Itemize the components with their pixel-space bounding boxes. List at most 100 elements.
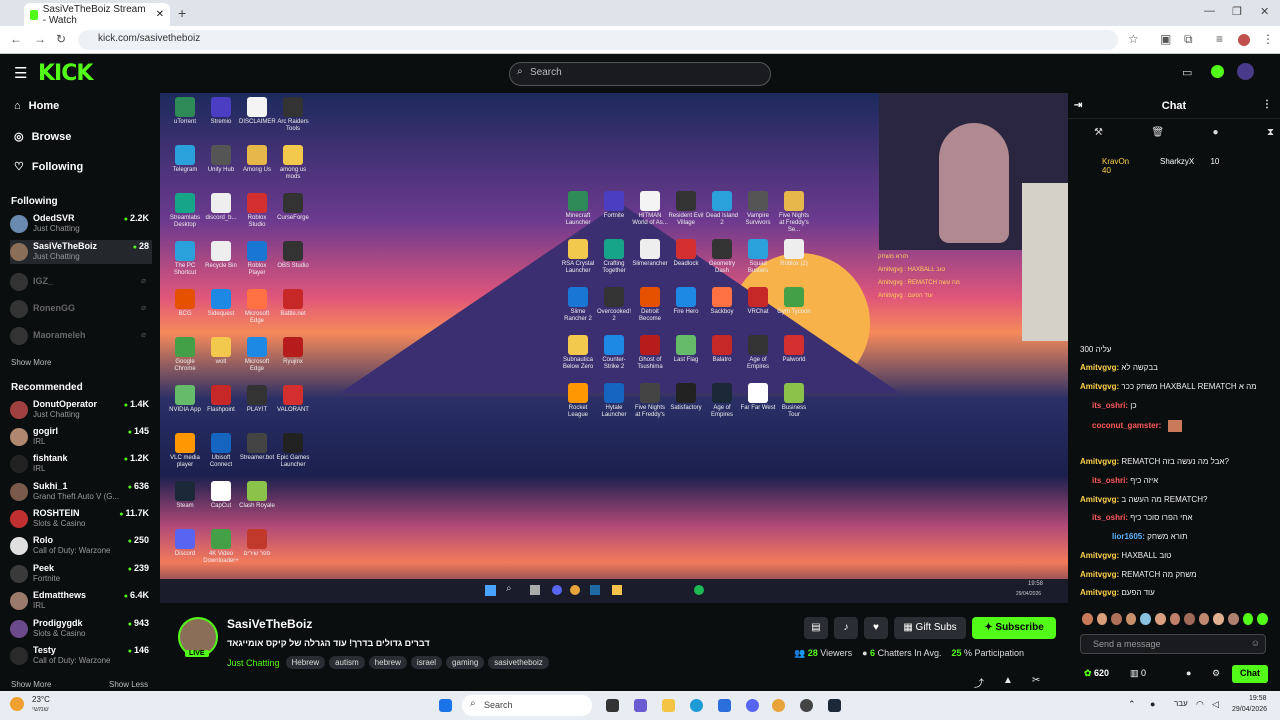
bookmark-star-icon[interactable]: ☆: [1128, 32, 1139, 46]
user-avatar[interactable]: [1237, 63, 1254, 80]
chat-user[interactable]: Amitvgvg:: [1080, 495, 1119, 504]
emote-icon[interactable]: [1242, 613, 1254, 625]
emote-icon[interactable]: [1257, 613, 1268, 625]
task-view-icon[interactable]: [606, 699, 619, 712]
chat-message-input[interactable]: Send a message ☺: [1080, 634, 1266, 654]
file-explorer-icon[interactable]: [662, 699, 675, 712]
chat-user[interactable]: Amitvgvg:: [1080, 363, 1119, 372]
steam-icon[interactable]: [828, 699, 841, 712]
profile-avatar[interactable]: [1238, 34, 1250, 46]
show-more-recommended[interactable]: Show More: [11, 680, 51, 689]
recommended-channel[interactable]: Sukhi_1 Grand Theft Auto V (G... 636: [10, 480, 152, 504]
emoji-icon[interactable]: ☺: [1251, 638, 1260, 648]
tag[interactable]: israel: [410, 656, 443, 669]
cast-icon[interactable]: ▭: [1182, 66, 1192, 79]
wifi-icon[interactable]: ◠: [1196, 699, 1204, 710]
forward-icon[interactable]: →: [34, 32, 46, 46]
teams-icon[interactable]: [634, 699, 647, 712]
back-icon[interactable]: ←: [10, 32, 22, 46]
following-channel-offline[interactable]: RonenGG ⌀: [10, 297, 152, 321]
chat-menu-icon[interactable]: ⋮: [1262, 99, 1272, 110]
clip-icon[interactable]: ✂: [1032, 675, 1040, 686]
language-indicator[interactable]: עבר: [1174, 699, 1188, 708]
obs-icon[interactable]: [800, 699, 813, 712]
following-channel-offline[interactable]: IGZ_ ⌀: [10, 270, 152, 294]
collapse-chat-icon[interactable]: ⇥: [1074, 100, 1082, 111]
chat-user[interactable]: Amitvgvg:: [1080, 382, 1119, 391]
tag[interactable]: autism: [329, 656, 365, 669]
emote-icon[interactable]: [1213, 613, 1225, 625]
emote-icon[interactable]: [1125, 613, 1137, 625]
recommended-channel[interactable]: Edmatthews IRL 6.4K: [10, 589, 152, 613]
stream-video-player[interactable]: uTorrent Stremio DISCLAIMER Arc Raiders Too…: [160, 93, 1068, 603]
chat-user[interactable]: its_oshri:: [1092, 513, 1128, 522]
extension-icon[interactable]: ▣: [1160, 32, 1171, 46]
report-icon[interactable]: ▲: [1003, 675, 1013, 686]
theatre-mode-button[interactable]: ▤: [804, 617, 828, 639]
volume-icon[interactable]: ◁: [1212, 699, 1219, 710]
search-input[interactable]: ⌕ Search: [509, 62, 771, 86]
share-icon[interactable]: ⤴: [974, 675, 984, 690]
recommended-channel[interactable]: Rolo Call of Duty: Warzone 250: [10, 534, 152, 558]
weather-temp[interactable]: 23°C: [32, 695, 50, 704]
sidebar-browse[interactable]: ◎ Browse: [14, 130, 71, 144]
maximize-button[interactable]: ❐: [1232, 5, 1242, 18]
following-channel-active[interactable]: SasiVeTheBoiz Just Chatting 28: [10, 240, 152, 264]
chat-user[interactable]: coconut_gamster:: [1092, 421, 1161, 430]
chrome-icon[interactable]: [772, 699, 785, 712]
kick-logo[interactable]: KICK: [38, 61, 93, 86]
gift-count[interactable]: ▥ 0: [1130, 668, 1146, 679]
emote-icon[interactable]: [1096, 613, 1108, 625]
recommended-channel[interactable]: fishtank IRL 1.2K: [10, 452, 152, 476]
clock-date[interactable]: 29/04/2026: [1232, 706, 1267, 713]
browser-tab[interactable]: SasiVeTheBoiz Stream - Watch ✕: [24, 3, 170, 26]
taskbar-search[interactable]: ⌕ Search: [462, 695, 592, 716]
sidebar-icon[interactable]: ≡: [1216, 32, 1223, 46]
emote-icon[interactable]: [1082, 613, 1093, 625]
gift-subs-button[interactable]: ▦ Gift Subs: [894, 617, 966, 639]
emote-icon[interactable]: [1155, 613, 1166, 625]
windows-start-icon[interactable]: [439, 699, 452, 712]
mic-icon[interactable]: ●: [1150, 699, 1155, 709]
channel-points[interactable]: ✿ 620: [1084, 668, 1109, 679]
send-chat-button[interactable]: Chat: [1232, 665, 1268, 683]
chat-user[interactable]: Amitvgvg:: [1080, 457, 1119, 466]
address-bar[interactable]: kick.com/sasivetheboiz: [78, 30, 1118, 50]
emote-bar[interactable]: [1082, 613, 1268, 627]
extensions-puzzle-icon[interactable]: ⧉: [1184, 32, 1193, 47]
tag[interactable]: Hebrew: [285, 656, 326, 669]
subscribe-button[interactable]: ✦ Subscribe: [972, 617, 1056, 639]
emote-icon[interactable]: [1198, 613, 1210, 625]
emote-icon[interactable]: [1140, 613, 1152, 625]
emote-icon[interactable]: [1169, 613, 1181, 625]
recommended-channel[interactable]: Peek Fortnite 239: [10, 562, 152, 586]
discord-icon[interactable]: [746, 699, 759, 712]
sidebar-following[interactable]: ♡ Following: [14, 160, 83, 174]
browser-menu-icon[interactable]: ⋮: [1262, 32, 1274, 46]
close-window-button[interactable]: ✕: [1260, 5, 1269, 18]
emote-icon[interactable]: [1111, 613, 1122, 625]
tag[interactable]: gaming: [446, 656, 485, 669]
hourglass-icon[interactable]: ⧗: [1267, 127, 1274, 138]
chat-user[interactable]: Amitvgvg:: [1080, 570, 1119, 579]
channel-name[interactable]: SasiVeTheBoiz: [227, 617, 312, 631]
emote-icon[interactable]: [1184, 613, 1195, 625]
hammer-icon[interactable]: ⚒: [1094, 127, 1103, 138]
menu-hamburger-icon[interactable]: ☰: [14, 64, 27, 82]
store-icon[interactable]: [718, 699, 731, 712]
chat-user[interactable]: its_oshri:: [1092, 401, 1128, 410]
tab-close-icon[interactable]: ✕: [156, 9, 164, 20]
chat-user[interactable]: Amitvgvg:: [1080, 588, 1119, 597]
edge-icon[interactable]: [690, 699, 703, 712]
tag[interactable]: hebrew: [368, 656, 407, 669]
trash-icon[interactable]: 🗑: [1151, 127, 1164, 138]
bubble-icon[interactable]: ●: [1212, 127, 1218, 138]
recommended-channel[interactable]: ROSHTEIN Slots & Casino 11.7K: [10, 507, 152, 531]
tray-chevron-icon[interactable]: ⌃: [1128, 699, 1136, 710]
new-tab-button[interactable]: +: [178, 5, 186, 21]
minimize-button[interactable]: —: [1204, 5, 1215, 17]
show-less-recommended[interactable]: Show Less: [109, 680, 148, 689]
recommended-channel[interactable]: Prodigygdk Slots & Casino 943: [10, 617, 152, 641]
chat-user[interactable]: Amitvgvg:: [1080, 551, 1119, 560]
recommended-channel[interactable]: Testy Call of Duty: Warzone 146: [10, 644, 152, 668]
